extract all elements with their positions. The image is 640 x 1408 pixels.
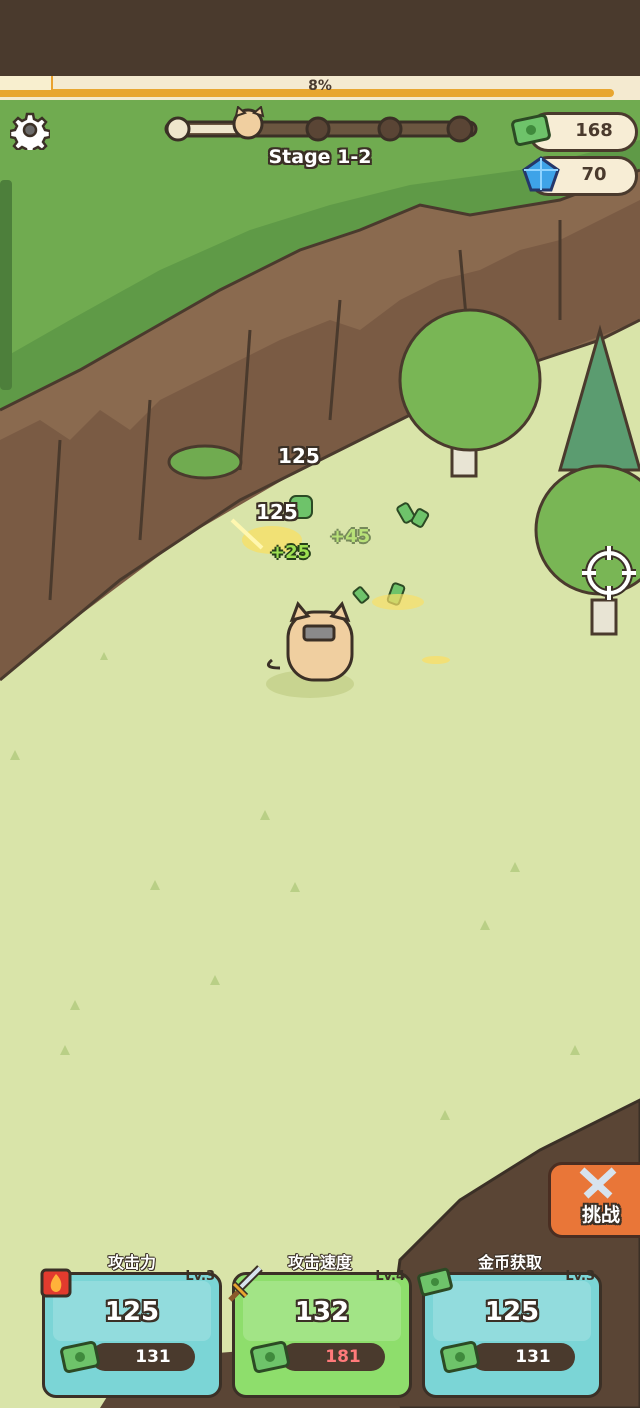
upgrade-cost-value: 131	[135, 1347, 171, 1367]
damage-number: 125	[256, 500, 298, 524]
upgrade-cost-value: 181	[325, 1347, 361, 1367]
challenge-label: 挑战	[581, 1204, 620, 1226]
cash-stack-icon	[417, 1267, 453, 1297]
coin-gain: +45	[330, 526, 371, 547]
upgrade-cost: 131	[471, 1343, 575, 1371]
upgrade-cost: 181	[281, 1343, 385, 1371]
top-strip	[0, 0, 640, 76]
stage-node	[305, 116, 331, 142]
stage-node	[377, 116, 403, 142]
sword-icon	[228, 1265, 263, 1302]
fire-icon	[40, 1268, 72, 1298]
crossed-swords-icon	[579, 1167, 617, 1199]
stage-label: Stage 1-2	[268, 146, 372, 168]
stage-node	[446, 115, 474, 143]
upgrade-value: 125	[104, 1297, 160, 1327]
game-scene	[0, 0, 640, 1408]
gem-icon	[522, 156, 560, 192]
cash-icon	[440, 1340, 480, 1374]
crosshair-icon[interactable]	[578, 542, 640, 604]
coin-gain: +25	[270, 542, 311, 563]
cash-amount: 168	[575, 120, 613, 141]
gear-icon	[8, 112, 52, 156]
upgrade-cost-value: 131	[515, 1347, 551, 1367]
settings-button[interactable]	[8, 110, 52, 156]
cash-icon	[250, 1340, 290, 1374]
damage-number: 125	[278, 444, 320, 468]
cash-icon	[511, 113, 551, 147]
upgrade-cost: 131	[91, 1343, 195, 1371]
stage-node	[165, 116, 191, 142]
gem-amount: 70	[581, 164, 607, 185]
cat-head-icon	[232, 106, 265, 140]
wave-progress-label: 8%	[308, 78, 332, 94]
cash-icon	[60, 1340, 100, 1374]
